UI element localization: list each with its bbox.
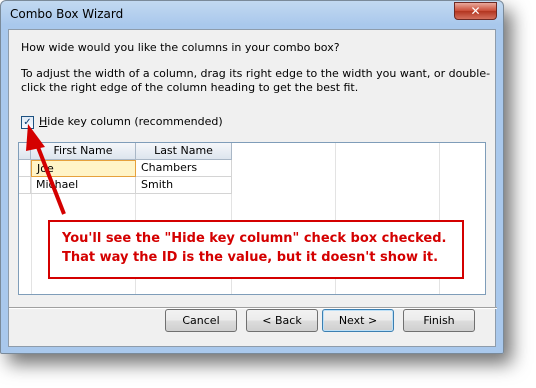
grid-cell-first-name[interactable]: Joe <box>31 160 136 177</box>
grid-cell-last-name[interactable]: Chambers <box>136 160 232 177</box>
annotation-line-1: You'll see the "Hide key column" check b… <box>62 231 447 246</box>
finish-button[interactable]: Finish <box>403 309 475 332</box>
column-header-first-name[interactable]: First Name <box>31 143 136 160</box>
back-button[interactable]: < Back <box>246 309 318 332</box>
title-bar[interactable]: Combo Box Wizard ✕ <box>1 1 503 29</box>
row-selector[interactable] <box>19 177 31 194</box>
select-all-corner[interactable] <box>19 143 31 160</box>
column-header-last-name[interactable]: Last Name <box>136 143 232 160</box>
row-selector[interactable] <box>19 160 31 177</box>
hide-key-column-label[interactable]: Hide key column (recommended) <box>39 115 223 129</box>
annotation-callout: You'll see the "Hide key column" check b… <box>48 220 464 279</box>
wizard-body: How wide would you like the columns in y… <box>8 29 497 347</box>
cancel-button[interactable]: Cancel <box>165 309 237 332</box>
annotation-line-2: That way the ID is the value, but it doe… <box>62 250 439 265</box>
next-button[interactable]: Next > <box>322 309 394 332</box>
close-button[interactable]: ✕ <box>454 2 497 20</box>
wizard-prompt: How wide would you like the columns in y… <box>21 41 340 54</box>
combo-box-wizard-window: Combo Box Wizard ✕ How wide would you li… <box>0 0 504 354</box>
grid-cell-last-name[interactable]: Smith <box>136 177 232 194</box>
window-title: Combo Box Wizard <box>10 7 124 21</box>
grid-cell-first-name[interactable]: Michael <box>31 177 136 194</box>
close-icon: ✕ <box>470 4 481 18</box>
hide-key-column-checkbox[interactable]: ✓ <box>21 116 34 129</box>
checkmark-icon: ✓ <box>23 117 32 128</box>
wizard-instructions: To adjust the width of a column, drag it… <box>21 67 491 94</box>
